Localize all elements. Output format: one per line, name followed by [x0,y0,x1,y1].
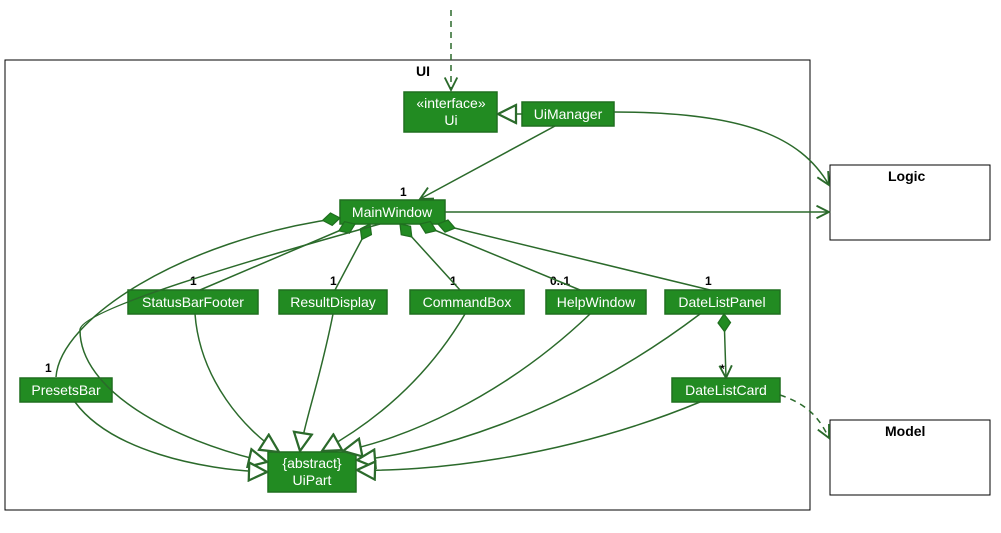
edge-mainwindow-to-uipart [80,224,380,462]
class-help-window: HelpWindow [546,290,646,314]
class-ui-stereotype: «interface» [416,95,485,111]
class-date-list-panel-name: DateListPanel [678,294,765,310]
class-presets-bar-name: PresetsBar [31,382,101,398]
class-date-list-panel: DateListPanel [665,290,780,314]
class-date-list-card-name: DateListCard [685,382,767,398]
mult-date-list-card: * [720,362,725,376]
edge-uimanager-to-mainwindow [420,126,555,199]
class-main-window-name: MainWindow [352,204,433,220]
mult-presets-bar: 1 [45,361,52,375]
class-status-bar-footer-name: StatusBarFooter [142,294,244,310]
edge-datelistcard-to-uipart [357,402,700,470]
mult-result-display: 1 [330,274,337,288]
class-ui-name: Ui [444,112,457,128]
mult-main-window: 1 [400,185,407,199]
class-ui-manager-name: UiManager [534,106,603,122]
class-command-box: CommandBox [410,290,524,314]
class-status-bar-footer: StatusBarFooter [128,290,258,314]
class-result-display: ResultDisplay [279,290,387,314]
edge-presetsbar-to-uipart [75,402,267,472]
edge-datelistcard-to-model [780,395,829,438]
edge-resultdisplay-to-uipart [300,314,333,451]
mult-date-list-panel: 1 [705,274,712,288]
package-model-label: Model [885,423,925,439]
class-ui-manager: UiManager [522,102,614,126]
class-command-box-name: CommandBox [423,294,512,310]
edge-mainwindow-has-commandbox [400,224,460,290]
edge-commandbox-to-uipart [322,314,465,451]
class-result-display-name: ResultDisplay [290,294,376,310]
class-ui-interface: «interface» Ui [404,92,497,132]
class-ui-part-stereotype: {abstract} [282,455,341,471]
mult-status-bar: 1 [190,274,197,288]
edge-mainwindow-has-datelistpanel [438,224,710,290]
edge-mainwindow-has-helpwindow [420,224,580,290]
edge-statusbarfooter-to-uipart [195,314,279,452]
package-logic-label: Logic [888,168,926,184]
class-ui-part-name: UiPart [293,472,332,488]
edge-helpwindow-to-uipart [343,314,590,451]
edge-uimanager-to-logic [614,112,829,185]
class-date-list-card: DateListCard [672,378,780,402]
package-ui-label: UI [416,63,430,79]
mult-help-window: 0..1 [550,274,570,288]
edge-mainwindow-has-resultdisplay [335,224,370,290]
class-help-window-name: HelpWindow [557,294,636,310]
class-presets-bar: PresetsBar [20,378,112,402]
class-ui-part: {abstract} UiPart [268,452,356,492]
class-main-window: MainWindow [340,200,445,224]
